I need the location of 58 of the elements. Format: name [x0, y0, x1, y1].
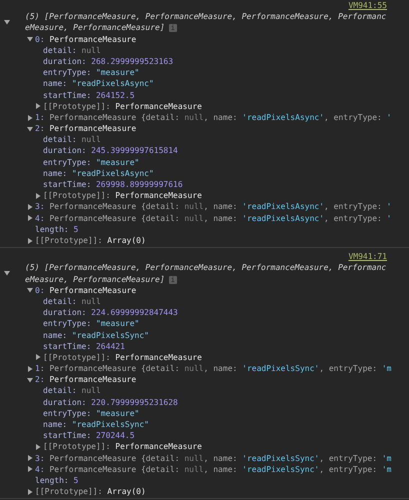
- caret-icon[interactable]: [27, 204, 33, 210]
- source-link[interactable]: VM941:71: [348, 251, 387, 262]
- console-line: length: 5: [35, 474, 78, 486]
- caret-icon[interactable]: [35, 103, 41, 110]
- caret-icon[interactable]: [27, 238, 33, 244]
- console-line: [[Prototype]]: PerformanceMeasure: [43, 441, 202, 453]
- console-line: 0: PerformanceMeasure: [35, 34, 136, 45]
- console-line: [[Prototype]]: Array(0): [35, 486, 146, 498]
- console-line: 1: PerformanceMeasure {detail: null, name: 'readPixelsSync', entryType: 'm: [35, 363, 392, 374]
- console-line: entryType: "measure": [43, 156, 140, 168]
- console-line: startTime: 264152.5: [43, 90, 135, 101]
- console-line: [[Prototype]]: PerformanceMeasure: [43, 352, 202, 364]
- console-line: [[Prototype]]: PerformanceMeasure: [43, 100, 202, 112]
- console-line: startTime: 269998.89999997616: [43, 179, 183, 190]
- console-line: 3: PerformanceMeasure {detail: null, name: 'readPixelsSync', entryType: 'm: [35, 452, 392, 464]
- console-line: 1: PerformanceMeasure {detail: null, name: 'readPixelsAsync', entryType: ': [35, 112, 392, 124]
- console-line: startTime: 270244.5: [43, 430, 135, 442]
- console-line: entryType: "measure": [43, 318, 140, 330]
- console-line: 0: PerformanceMeasure: [35, 284, 136, 296]
- console-line: detail: null: [43, 385, 101, 397]
- console-line: startTime: 264421: [43, 340, 125, 352]
- console-line: length: 5: [35, 224, 78, 235]
- source-link[interactable]: VM941:55: [348, 0, 387, 12]
- console-line: name: "readPixelsAsync": [43, 168, 154, 180]
- caret-icon[interactable]: [4, 19, 10, 26]
- console-line: name: "readPixelsAsync": [43, 78, 154, 90]
- caret-icon[interactable]: [35, 444, 41, 450]
- console-line: duration: 268.2999999523163: [43, 56, 174, 68]
- console-line: duration: 224.69999992847443: [43, 307, 178, 318]
- console-line: entryType: "measure": [43, 67, 140, 78]
- caret-icon[interactable]: [27, 488, 33, 495]
- caret-icon[interactable]: [27, 376, 33, 383]
- console-line: 2: PerformanceMeasure: [35, 374, 136, 386]
- console-line: [[Prototype]]: Array(0): [35, 234, 146, 246]
- console-line: 2: PerformanceMeasure: [35, 123, 136, 134]
- console-line: 4: PerformanceMeasure {detail: null, name: 'readPixelsSync', entryType: 'm: [35, 464, 392, 475]
- console-line: duration: 220.79999995231628: [43, 396, 178, 408]
- caret-icon[interactable]: [27, 36, 33, 42]
- console-line: detail: null: [43, 296, 101, 308]
- console-line: entryType: "measure": [43, 408, 140, 420]
- caret-icon[interactable]: [27, 114, 33, 120]
- console-line: 4: PerformanceMeasure {detail: null, name: 'readPixelsAsync', entryType: ': [35, 212, 392, 224]
- caret-icon[interactable]: [27, 287, 33, 294]
- caret-icon[interactable]: [27, 455, 33, 462]
- caret-icon[interactable]: [27, 215, 33, 222]
- console-line: duration: 245.39999997615814: [43, 145, 178, 157]
- console-line: name: "readPixelsSync": [43, 419, 149, 430]
- console-line: 3: PerformanceMeasure {detail: null, name: 'readPixelsAsync', entryType: ': [35, 201, 392, 213]
- console-line: detail: null: [43, 134, 101, 146]
- console-line: [[Prototype]]: PerformanceMeasure: [43, 190, 202, 202]
- caret-icon[interactable]: [27, 366, 33, 372]
- caret-icon[interactable]: [27, 466, 33, 472]
- caret-icon[interactable]: [4, 270, 10, 276]
- caret-icon[interactable]: [27, 126, 33, 132]
- console-line: detail: null: [43, 44, 101, 56]
- caret-icon[interactable]: [35, 354, 41, 360]
- caret-icon[interactable]: [35, 192, 41, 199]
- console-line: name: "readPixelsSync": [43, 330, 149, 341]
